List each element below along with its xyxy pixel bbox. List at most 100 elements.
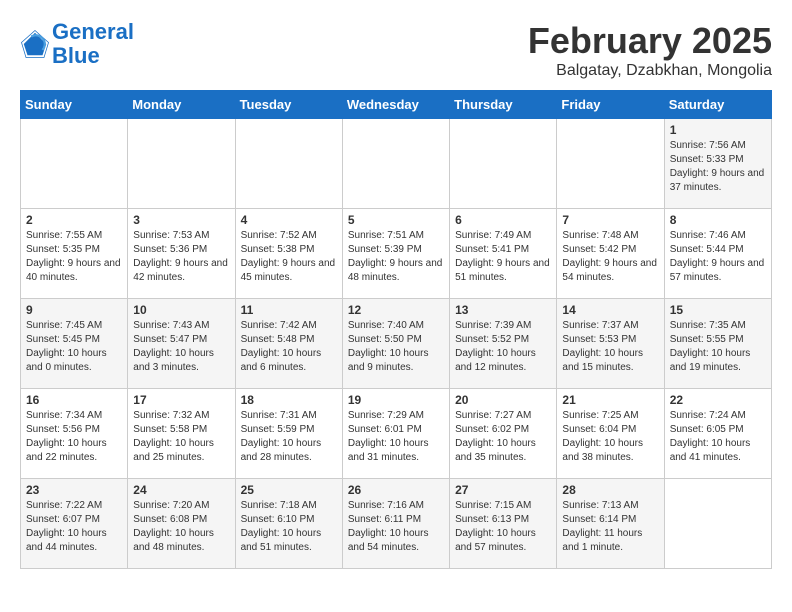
day-info: Sunrise: 7:56 AMSunset: 5:33 PMDaylight:… (670, 139, 766, 195)
day-number: 25 (241, 483, 337, 497)
day-number: 1 (670, 123, 766, 137)
day-info: Sunrise: 7:13 AMSunset: 6:14 PMDaylight:… (562, 499, 658, 555)
logo: General Blue (20, 20, 134, 68)
day-info: Sunrise: 7:42 AMSunset: 5:48 PMDaylight:… (241, 319, 337, 375)
day-info: Sunrise: 7:25 AMSunset: 6:04 PMDaylight:… (562, 409, 658, 465)
calendar-cell: 23Sunrise: 7:22 AMSunset: 6:07 PMDayligh… (21, 479, 128, 569)
calendar-cell: 7 Sunrise: 7:48 AMSunset: 5:42 PMDaylight… (557, 209, 664, 299)
calendar-cell: 4 Sunrise: 7:52 AMSunset: 5:38 PMDaylight… (235, 209, 342, 299)
calendar-cell: 13 Sunrise: 7:39 AMSunset: 5:52 PMDayligh… (450, 299, 557, 389)
day-number: 12 (348, 303, 444, 317)
calendar-cell (664, 479, 771, 569)
day-number: 16 (26, 393, 122, 407)
calendar-cell: 26 Sunrise: 7:16 AMSunset: 6:11 PMDayligh… (342, 479, 449, 569)
day-info: Sunrise: 7:29 AMSunset: 6:01 PMDaylight:… (348, 409, 444, 465)
calendar-cell: 12Sunrise: 7:40 AMSunset: 5:50 PMDayligh… (342, 299, 449, 389)
day-info: Sunrise: 7:32 AMSunset: 5:58 PMDaylight:… (133, 409, 229, 465)
day-number: 24 (133, 483, 229, 497)
calendar-cell (235, 119, 342, 209)
calendar-cell: 10 Sunrise: 7:43 AMSunset: 5:47 PMDayligh… (128, 299, 235, 389)
calendar-cell: 28 Sunrise: 7:13 AMSunset: 6:14 PMDayligh… (557, 479, 664, 569)
calendar-cell: 14 Sunrise: 7:37 AMSunset: 5:53 PMDayligh… (557, 299, 664, 389)
month-title: February 2025 (528, 20, 772, 62)
weekday-header-wednesday: Wednesday (342, 91, 449, 119)
calendar-cell (450, 119, 557, 209)
day-info: Sunrise: 7:37 AMSunset: 5:53 PMDaylight:… (562, 319, 658, 375)
calendar-cell (21, 119, 128, 209)
day-number: 18 (241, 393, 337, 407)
calendar-cell: 21Sunrise: 7:25 AMSunset: 6:04 PMDayligh… (557, 389, 664, 479)
day-info: Sunrise: 7:53 AMSunset: 5:36 PMDaylight:… (133, 229, 229, 285)
calendar-cell: 9 Sunrise: 7:45 AMSunset: 5:45 PMDaylight… (21, 299, 128, 389)
week-row-4: 16 Sunrise: 7:34 AMSunset: 5:56 PMDayligh… (21, 389, 772, 479)
day-info: Sunrise: 7:45 AMSunset: 5:45 PMDaylight:… (26, 319, 122, 375)
day-number: 10 (133, 303, 229, 317)
calendar-cell (128, 119, 235, 209)
day-info: Sunrise: 7:27 AMSunset: 6:02 PMDaylight:… (455, 409, 551, 465)
day-number: 6 (455, 213, 551, 227)
day-number: 2 (26, 213, 122, 227)
day-info: Sunrise: 7:48 AMSunset: 5:42 PMDaylight:… (562, 229, 658, 285)
location-subtitle: Balgatay, Dzabkhan, Mongolia (528, 62, 772, 80)
day-info: Sunrise: 7:18 AMSunset: 6:10 PMDaylight:… (241, 499, 337, 555)
calendar-cell: 27 Sunrise: 7:15 AMSunset: 6:13 PMDayligh… (450, 479, 557, 569)
day-info: Sunrise: 7:43 AMSunset: 5:47 PMDaylight:… (133, 319, 229, 375)
day-info: Sunrise: 7:15 AMSunset: 6:13 PMDaylight:… (455, 499, 551, 555)
calendar-cell: 20 Sunrise: 7:27 AMSunset: 6:02 PMDayligh… (450, 389, 557, 479)
day-number: 27 (455, 483, 551, 497)
calendar-cell: 24 Sunrise: 7:20 AMSunset: 6:08 PMDayligh… (128, 479, 235, 569)
day-number: 5 (348, 213, 444, 227)
calendar-cell: 19 Sunrise: 7:29 AMSunset: 6:01 PMDayligh… (342, 389, 449, 479)
calendar-cell: 5Sunrise: 7:51 AMSunset: 5:39 PMDaylight… (342, 209, 449, 299)
calendar-cell: 1 Sunrise: 7:56 AMSunset: 5:33 PMDaylight… (664, 119, 771, 209)
logo-icon (20, 29, 50, 59)
weekday-header-thursday: Thursday (450, 91, 557, 119)
day-number: 9 (26, 303, 122, 317)
weekday-header-saturday: Saturday (664, 91, 771, 119)
day-number: 17 (133, 393, 229, 407)
day-number: 13 (455, 303, 551, 317)
day-number: 19 (348, 393, 444, 407)
calendar-cell: 17 Sunrise: 7:32 AMSunset: 5:58 PMDayligh… (128, 389, 235, 479)
calendar-cell: 11 Sunrise: 7:42 AMSunset: 5:48 PMDayligh… (235, 299, 342, 389)
day-number: 26 (348, 483, 444, 497)
page-header: General Blue February 2025 Balgatay, Dza… (20, 20, 772, 80)
day-number: 22 (670, 393, 766, 407)
calendar-cell: 16 Sunrise: 7:34 AMSunset: 5:56 PMDayligh… (21, 389, 128, 479)
day-info: Sunrise: 7:34 AMSunset: 5:56 PMDaylight:… (26, 409, 122, 465)
day-info: Sunrise: 7:16 AMSunset: 6:11 PMDaylight:… (348, 499, 444, 555)
day-number: 4 (241, 213, 337, 227)
week-row-2: 2Sunrise: 7:55 AMSunset: 5:35 PMDaylight… (21, 209, 772, 299)
weekday-header-row: SundayMondayTuesdayWednesdayThursdayFrid… (21, 91, 772, 119)
calendar-cell: 15 Sunrise: 7:35 AMSunset: 5:55 PMDayligh… (664, 299, 771, 389)
title-block: February 2025 Balgatay, Dzabkhan, Mongol… (528, 20, 772, 80)
day-info: Sunrise: 7:49 AMSunset: 5:41 PMDaylight:… (455, 229, 551, 285)
day-number: 7 (562, 213, 658, 227)
day-number: 3 (133, 213, 229, 227)
calendar-cell: 25 Sunrise: 7:18 AMSunset: 6:10 PMDayligh… (235, 479, 342, 569)
weekday-header-tuesday: Tuesday (235, 91, 342, 119)
day-info: Sunrise: 7:24 AMSunset: 6:05 PMDaylight:… (670, 409, 766, 465)
weekday-header-sunday: Sunday (21, 91, 128, 119)
day-number: 15 (670, 303, 766, 317)
calendar-cell: 3 Sunrise: 7:53 AMSunset: 5:36 PMDaylight… (128, 209, 235, 299)
logo-blue: Blue (52, 43, 100, 68)
calendar-cell (342, 119, 449, 209)
day-info: Sunrise: 7:39 AMSunset: 5:52 PMDaylight:… (455, 319, 551, 375)
day-number: 11 (241, 303, 337, 317)
day-info: Sunrise: 7:35 AMSunset: 5:55 PMDaylight:… (670, 319, 766, 375)
day-number: 20 (455, 393, 551, 407)
day-info: Sunrise: 7:31 AMSunset: 5:59 PMDaylight:… (241, 409, 337, 465)
calendar-cell: 18 Sunrise: 7:31 AMSunset: 5:59 PMDayligh… (235, 389, 342, 479)
week-row-1: 1 Sunrise: 7:56 AMSunset: 5:33 PMDaylight… (21, 119, 772, 209)
day-number: 8 (670, 213, 766, 227)
day-number: 28 (562, 483, 658, 497)
weekday-header-friday: Friday (557, 91, 664, 119)
week-row-5: 23Sunrise: 7:22 AMSunset: 6:07 PMDayligh… (21, 479, 772, 569)
day-info: Sunrise: 7:20 AMSunset: 6:08 PMDaylight:… (133, 499, 229, 555)
calendar-cell: 6 Sunrise: 7:49 AMSunset: 5:41 PMDaylight… (450, 209, 557, 299)
weekday-header-monday: Monday (128, 91, 235, 119)
logo-general: General (52, 19, 134, 44)
day-number: 14 (562, 303, 658, 317)
day-info: Sunrise: 7:52 AMSunset: 5:38 PMDaylight:… (241, 229, 337, 285)
